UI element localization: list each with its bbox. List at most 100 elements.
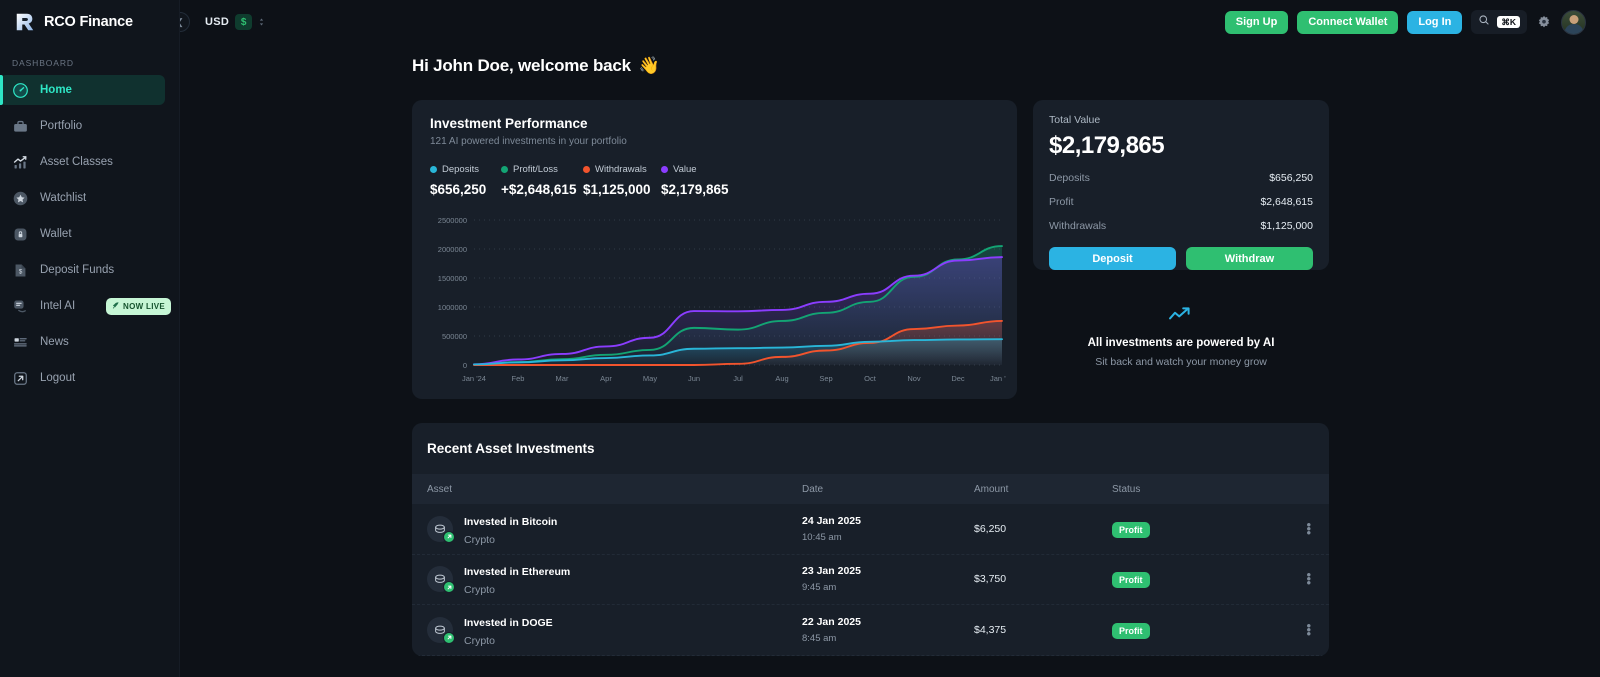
sidebar-item-home[interactable]: Home <box>0 75 165 105</box>
coin-avatar <box>427 617 453 643</box>
svg-text:0: 0 <box>463 361 467 370</box>
svg-text:Jan '25: Jan '25 <box>990 374 1006 383</box>
legend-dot <box>583 166 590 173</box>
column-header-amount: Amount <box>974 484 1112 495</box>
kebab-menu-icon[interactable]: ••• <box>1292 523 1311 535</box>
coin-avatar <box>427 566 453 592</box>
sidebar-collapse-button[interactable]: ❮ <box>180 12 190 32</box>
total-value-row-withdrawals: Withdrawals $1,125,000 <box>1049 220 1313 232</box>
lock-wallet-icon <box>12 226 29 243</box>
svg-text:2000000: 2000000 <box>438 245 467 254</box>
asset-name: Invested in DOGE <box>464 617 553 629</box>
row-key: Withdrawals <box>1049 220 1106 232</box>
sidebar-item-portfolio[interactable]: Portfolio <box>0 111 165 141</box>
avatar[interactable] <box>1561 10 1586 35</box>
sign-up-button[interactable]: Sign Up <box>1225 11 1289 34</box>
ai-note-subtitle: Sit back and watch your money grow <box>1033 356 1329 368</box>
column-header-date: Date <box>802 484 974 495</box>
log-in-button[interactable]: Log In <box>1407 11 1462 34</box>
right-column: Total Value $2,179,865 Deposits $656,250… <box>1033 100 1329 399</box>
legend-label: Profit/Loss <box>513 164 558 175</box>
search-input[interactable]: ⌘K <box>1471 10 1527 34</box>
date-cell: 24 Jan 2025 10:45 am <box>802 515 974 543</box>
sidebar-item-wallet[interactable]: Wallet <box>0 219 165 249</box>
sidebar: RCO Finance DASHBOARD Home Portfolio Ass… <box>0 0 180 677</box>
table-row[interactable]: Invested in Ethereum Crypto 23 Jan 2025 … <box>412 555 1329 606</box>
document-dollar-icon: $ <box>12 262 29 279</box>
status-cell: Profit <box>1112 570 1292 588</box>
row-key: Deposits <box>1049 172 1090 184</box>
amount-cell: $4,375 <box>974 624 1112 636</box>
rco-logo-icon <box>14 11 36 33</box>
sidebar-item-deposit-funds[interactable]: $ Deposit Funds <box>0 255 165 285</box>
svg-text:Mar: Mar <box>556 374 569 383</box>
rocket-icon <box>111 301 120 312</box>
kebab-menu-icon[interactable]: ••• <box>1292 573 1311 585</box>
svg-text:1000000: 1000000 <box>438 303 467 312</box>
legend-label: Value <box>673 164 697 175</box>
column-header-asset: Asset <box>412 484 802 495</box>
legend-label: Withdrawals <box>595 164 647 175</box>
gear-icon[interactable] <box>1536 14 1552 30</box>
total-value-row-deposits: Deposits $656,250 <box>1049 172 1313 184</box>
table-row[interactable]: Invested in Bitcoin Crypto 24 Jan 2025 1… <box>412 504 1329 555</box>
time-value: 10:45 am <box>802 532 974 543</box>
amount-cell: $6,250 <box>974 523 1112 535</box>
search-icon <box>1478 13 1490 31</box>
legend-item-value: Value $2,179,865 <box>661 164 729 197</box>
trending-up-icon <box>1033 306 1329 322</box>
sidebar-item-asset-classes[interactable]: Asset Classes <box>0 147 165 177</box>
now-live-badge-label: NOW LIVE <box>123 302 165 311</box>
svg-text:Oct: Oct <box>864 374 877 383</box>
brand-name: RCO Finance <box>44 14 133 30</box>
performance-chart[interactable]: 05000001000000150000020000002500000Jan '… <box>426 212 1006 387</box>
recent-asset-investments-card: Recent Asset Investments Asset Date Amou… <box>412 423 1329 656</box>
sidebar-item-label: News <box>40 336 69 348</box>
actions-cell: ••• <box>1292 573 1329 585</box>
legend-value: $1,125,000 <box>583 182 661 197</box>
total-value-card: Total Value $2,179,865 Deposits $656,250… <box>1033 100 1329 270</box>
currency-symbol-chip: $ <box>235 14 252 30</box>
svg-text:Dec: Dec <box>951 374 965 383</box>
svg-text:May: May <box>643 374 657 383</box>
brand[interactable]: RCO Finance <box>0 0 179 44</box>
ai-note: All investments are powered by AI Sit ba… <box>1033 270 1329 368</box>
deposit-button[interactable]: Deposit <box>1049 247 1176 270</box>
asset-name: Invested in Ethereum <box>464 566 570 578</box>
sidebar-item-label: Intel AI <box>40 300 75 312</box>
svg-text:$: $ <box>19 268 23 275</box>
sidebar-item-news[interactable]: News <box>0 327 165 357</box>
news-icon <box>12 334 29 351</box>
svg-text:Nov: Nov <box>907 374 921 383</box>
status-badge: Profit <box>1112 572 1150 588</box>
svg-text:Jan '24: Jan '24 <box>462 374 486 383</box>
withdraw-button[interactable]: Withdraw <box>1186 247 1313 270</box>
total-value-actions: Deposit Withdraw <box>1049 247 1313 270</box>
sidebar-item-logout[interactable]: Logout <box>0 363 165 393</box>
svg-text:2500000: 2500000 <box>438 216 467 225</box>
arrow-up-right-icon <box>443 632 455 644</box>
asset-type: Crypto <box>464 635 553 647</box>
sidebar-item-intel-ai[interactable]: Intel AI NOW LIVE <box>0 291 165 321</box>
connect-wallet-button[interactable]: Connect Wallet <box>1297 11 1398 34</box>
currency-selector[interactable]: USD $ <box>205 14 265 30</box>
sidebar-item-label: Watchlist <box>40 192 86 204</box>
svg-text:Jun: Jun <box>688 374 700 383</box>
asset-type: Crypto <box>464 584 570 596</box>
sidebar-section-label: DASHBOARD <box>0 44 179 75</box>
amount-cell: $3,750 <box>974 573 1112 585</box>
asset-cell: Invested in Bitcoin Crypto <box>412 512 802 546</box>
kebab-menu-icon[interactable]: ••• <box>1292 624 1311 636</box>
asset-cell: Invested in DOGE Crypto <box>412 613 802 647</box>
briefcase-icon <box>12 118 29 135</box>
asset-name: Invested in Bitcoin <box>464 516 557 528</box>
row-value: $1,125,000 <box>1260 220 1313 232</box>
svg-text:500000: 500000 <box>442 332 467 341</box>
date-value: 23 Jan 2025 <box>802 565 974 577</box>
arrow-up-right-icon <box>443 531 455 543</box>
sidebar-item-watchlist[interactable]: Watchlist <box>0 183 165 213</box>
wave-emoji: 👋 <box>639 56 660 76</box>
greeting-text: Hi John Doe, welcome back <box>412 56 631 76</box>
table-row[interactable]: Invested in DOGE Crypto 22 Jan 2025 8:45… <box>412 605 1329 656</box>
total-value-label: Total Value <box>1049 114 1313 126</box>
